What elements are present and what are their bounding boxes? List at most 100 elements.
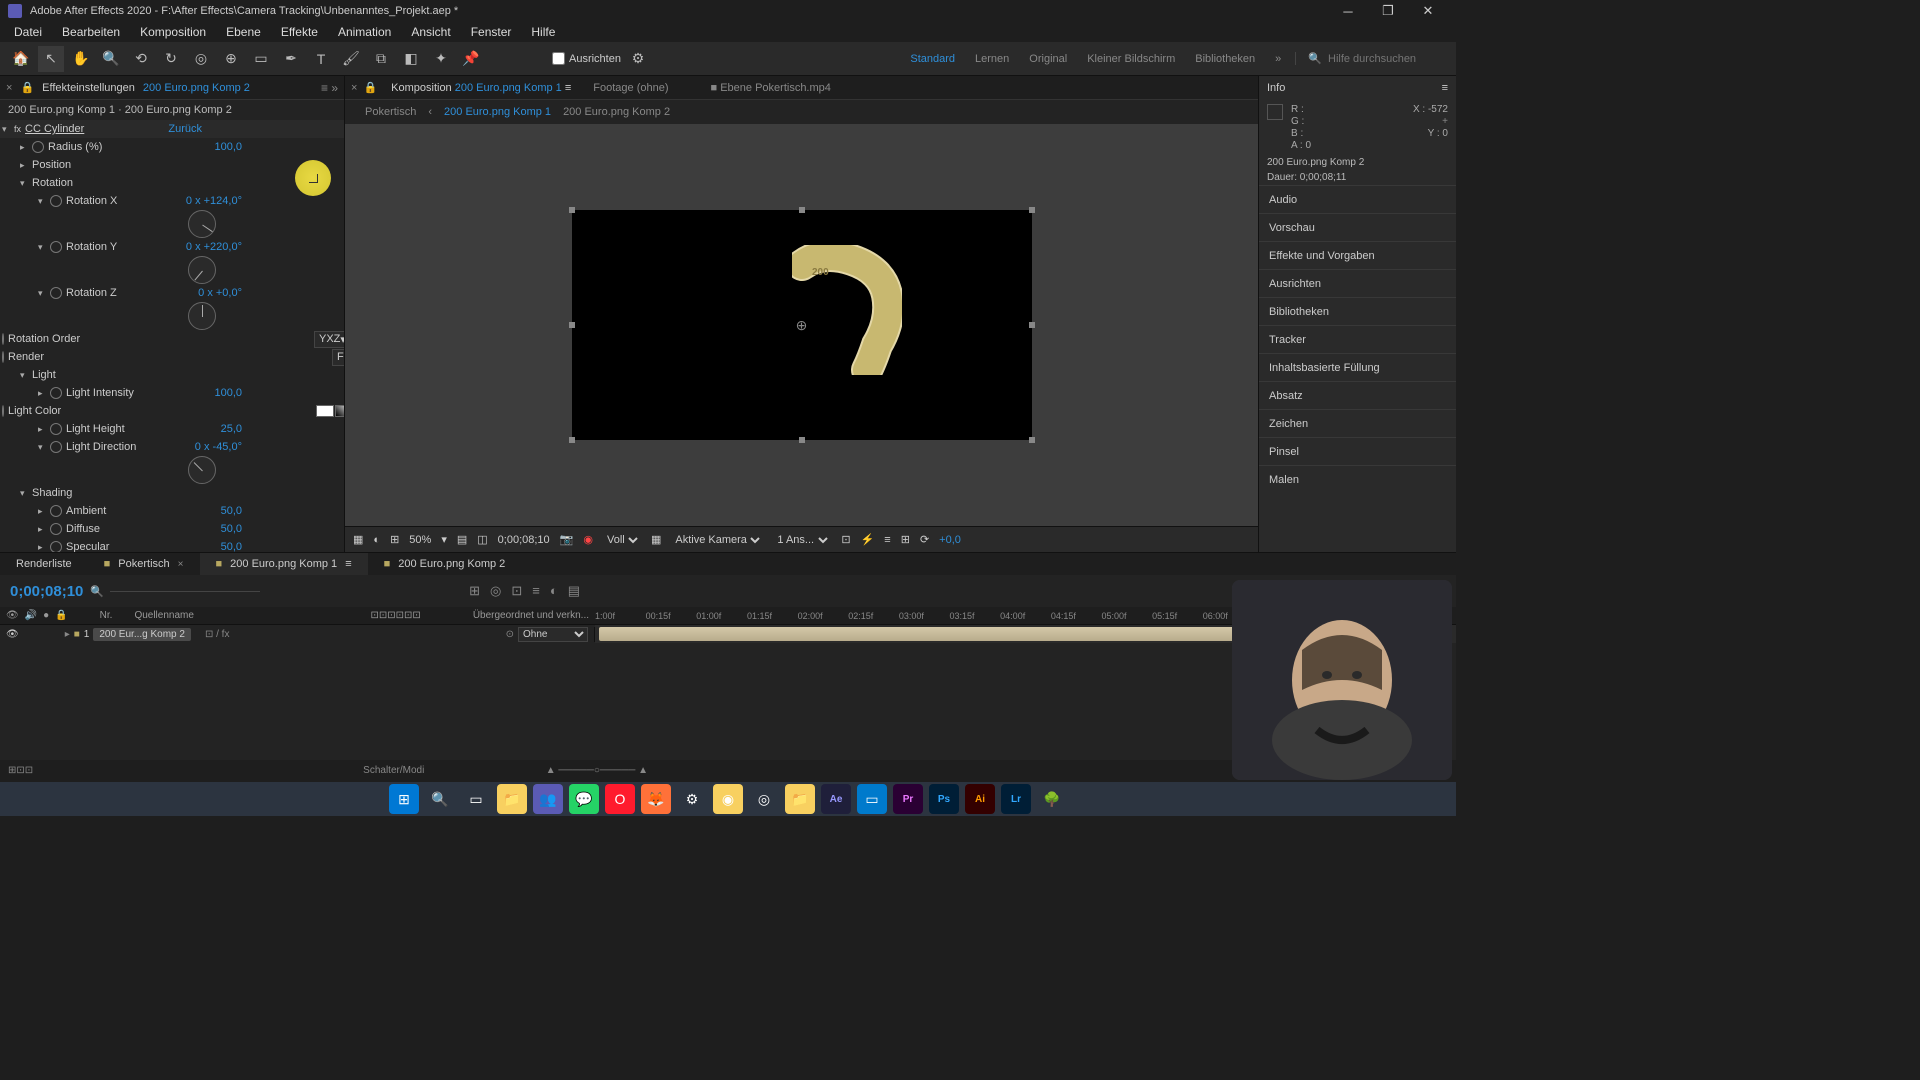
workspace-original[interactable]: Original <box>1029 53 1067 65</box>
reset-link[interactable]: Zurück <box>168 123 342 135</box>
prop-position[interactable]: ▸ Position <box>0 156 344 174</box>
brush-tool-icon[interactable]: 🖌 <box>338 46 364 72</box>
rotation-y-value[interactable]: 0 x +220,0° <box>186 241 342 253</box>
workspace-bibliotheken[interactable]: Bibliotheken <box>1195 53 1255 65</box>
stopwatch-icon[interactable] <box>2 333 4 345</box>
zoom-tool-icon[interactable]: 🔍 <box>98 46 124 72</box>
menu-datei[interactable]: Datei <box>4 25 52 39</box>
selection-handle[interactable] <box>569 322 575 328</box>
home-icon[interactable]: 🏠 <box>8 46 34 72</box>
clone-tool-icon[interactable]: ⧉ <box>368 46 394 72</box>
chevron-right-icon[interactable]: ▸ <box>20 142 32 153</box>
light-color-swatch[interactable] <box>316 405 344 417</box>
stopwatch-icon[interactable] <box>2 405 4 417</box>
ambient-value[interactable]: 50,0 <box>221 505 342 517</box>
canvas[interactable]: ⊕ 200 <box>572 210 1032 440</box>
stopwatch-icon[interactable] <box>50 505 62 517</box>
rotation-x-value[interactable]: 0 x +124,0° <box>186 195 342 207</box>
camera-tool-icon[interactable]: ◎ <box>188 46 214 72</box>
tab-pokertisch[interactable]: ■Pokertisch× <box>88 553 200 575</box>
folder-icon[interactable]: 📁 <box>785 784 815 814</box>
time-tick[interactable]: 06:00f <box>1203 611 1228 621</box>
stopwatch-icon[interactable] <box>2 351 4 363</box>
light-direction-dial[interactable] <box>188 456 216 484</box>
stopwatch-icon[interactable] <box>50 523 62 535</box>
app-icon[interactable]: ⚙ <box>677 784 707 814</box>
workspace-more-icon[interactable]: » <box>1275 53 1281 65</box>
whatsapp-icon[interactable]: 💬 <box>569 784 599 814</box>
exposure-value[interactable]: +0,0 <box>939 534 961 546</box>
selection-handle[interactable] <box>569 207 575 213</box>
selection-handle[interactable] <box>569 437 575 443</box>
effect-name[interactable]: CC Cylinder <box>25 123 84 135</box>
graph-editor-icon[interactable]: ▤ <box>568 583 580 599</box>
parent-dropdown[interactable]: Ohne <box>518 627 588 642</box>
firefox-icon[interactable]: 🦊 <box>641 784 671 814</box>
res-icon[interactable]: ▤ <box>457 533 467 546</box>
resolution-dropdown[interactable]: Voll <box>603 533 641 547</box>
tab-renderliste[interactable]: Renderliste <box>0 553 88 575</box>
search-taskbar-icon[interactable]: 🔍 <box>425 784 455 814</box>
rotation-y-dial[interactable] <box>188 256 216 284</box>
menu-hilfe[interactable]: Hilfe <box>521 25 565 39</box>
close-button[interactable]: ✕ <box>1408 0 1448 22</box>
obs-icon[interactable]: ◎ <box>749 784 779 814</box>
prop-shading-group[interactable]: ▾ Shading <box>0 484 344 502</box>
chevron-down-icon[interactable]: ▾ <box>38 288 50 299</box>
comp-tab-active[interactable]: Komposition 200 Euro.png Komp 1 ≡ <box>383 82 579 94</box>
time-tick[interactable]: 00:15f <box>646 611 671 621</box>
selection-handle[interactable] <box>1029 322 1035 328</box>
render-dropdown[interactable]: Full▾ <box>332 349 344 366</box>
workspace-standard[interactable]: Standard <box>910 53 955 65</box>
frame-blend-icon[interactable]: ≡ <box>532 583 540 599</box>
chevron-right-icon[interactable]: ▸ <box>38 388 50 399</box>
motion-blur-icon[interactable]: ◐ <box>550 583 558 599</box>
rotation-z-dial[interactable] <box>188 302 216 330</box>
chevron-right-icon[interactable]: ▸ <box>38 542 50 553</box>
solo-icon[interactable]: ● <box>43 610 49 621</box>
chevron-down-icon[interactable]: ▾ <box>38 196 50 207</box>
lock-icon[interactable]: 🔒 <box>55 610 67 621</box>
tab-menu-icon[interactable]: ≡ <box>345 558 351 570</box>
selection-handle[interactable] <box>1029 437 1035 443</box>
speaker-icon[interactable]: 🔊 <box>25 610 37 621</box>
current-timecode[interactable]: 0;00;08;10 <box>0 583 90 600</box>
channel-icon[interactable]: ◐ <box>373 534 380 546</box>
chevron-down-icon[interactable]: ▾ <box>20 370 32 381</box>
maximize-button[interactable]: ❐ <box>1368 0 1408 22</box>
chevron-down-icon[interactable]: ▾ <box>38 442 50 453</box>
nav-pokertisch[interactable]: Pokertisch <box>365 106 416 118</box>
menu-fenster[interactable]: Fenster <box>461 25 522 39</box>
nav-back-icon[interactable]: ‹ <box>428 106 432 118</box>
panel-fuellung[interactable]: Inhaltsbasierte Füllung <box>1259 353 1456 381</box>
lightroom-icon[interactable]: Lr <box>1001 784 1031 814</box>
menu-animation[interactable]: Animation <box>328 25 401 39</box>
comp-mini-flowchart-icon[interactable]: ⊞ <box>469 583 480 599</box>
flowchart-icon[interactable]: ⊞ <box>901 533 910 546</box>
time-tick[interactable]: 02:15f <box>848 611 873 621</box>
chevron-right-icon[interactable]: ▸ <box>20 160 32 171</box>
time-tick[interactable]: 04:15f <box>1051 611 1076 621</box>
time-tick[interactable]: 02:00f <box>798 611 823 621</box>
eraser-tool-icon[interactable]: ◧ <box>398 46 424 72</box>
reset-exposure-icon[interactable]: ⟳ <box>920 533 929 546</box>
camera-dropdown[interactable]: Aktive Kamera <box>671 533 763 547</box>
toggle-in-out-icon[interactable]: ⊡ <box>25 765 33 776</box>
panel-effekte[interactable]: Effekte und Vorgaben <box>1259 241 1456 269</box>
toggle-switches-icon[interactable]: ⊞ <box>8 765 16 776</box>
teams-icon[interactable]: 👥 <box>533 784 563 814</box>
panel-pinsel[interactable]: Pinsel <box>1259 437 1456 465</box>
lock-icon[interactable]: 🔒 <box>363 81 377 94</box>
chevron-down-icon[interactable]: ▾ <box>20 488 32 499</box>
menu-komposition[interactable]: Komposition <box>130 25 216 39</box>
magnification-icon[interactable]: ▦ <box>353 533 363 546</box>
timeline-icon[interactable]: ≡ <box>884 534 890 546</box>
menu-ebene[interactable]: Ebene <box>216 25 271 39</box>
selection-tool-icon[interactable]: ↖ <box>38 46 64 72</box>
chevron-right-icon[interactable]: ▸ <box>65 629 70 640</box>
stopwatch-icon[interactable] <box>50 387 62 399</box>
rotation-order-dropdown[interactable]: YXZ▾ <box>314 331 344 348</box>
tab-komp2[interactable]: ■200 Euro.png Komp 2 <box>368 553 522 575</box>
zoom-value[interactable]: 50% <box>409 534 431 546</box>
app-icon-3[interactable]: 🌳 <box>1037 784 1067 814</box>
